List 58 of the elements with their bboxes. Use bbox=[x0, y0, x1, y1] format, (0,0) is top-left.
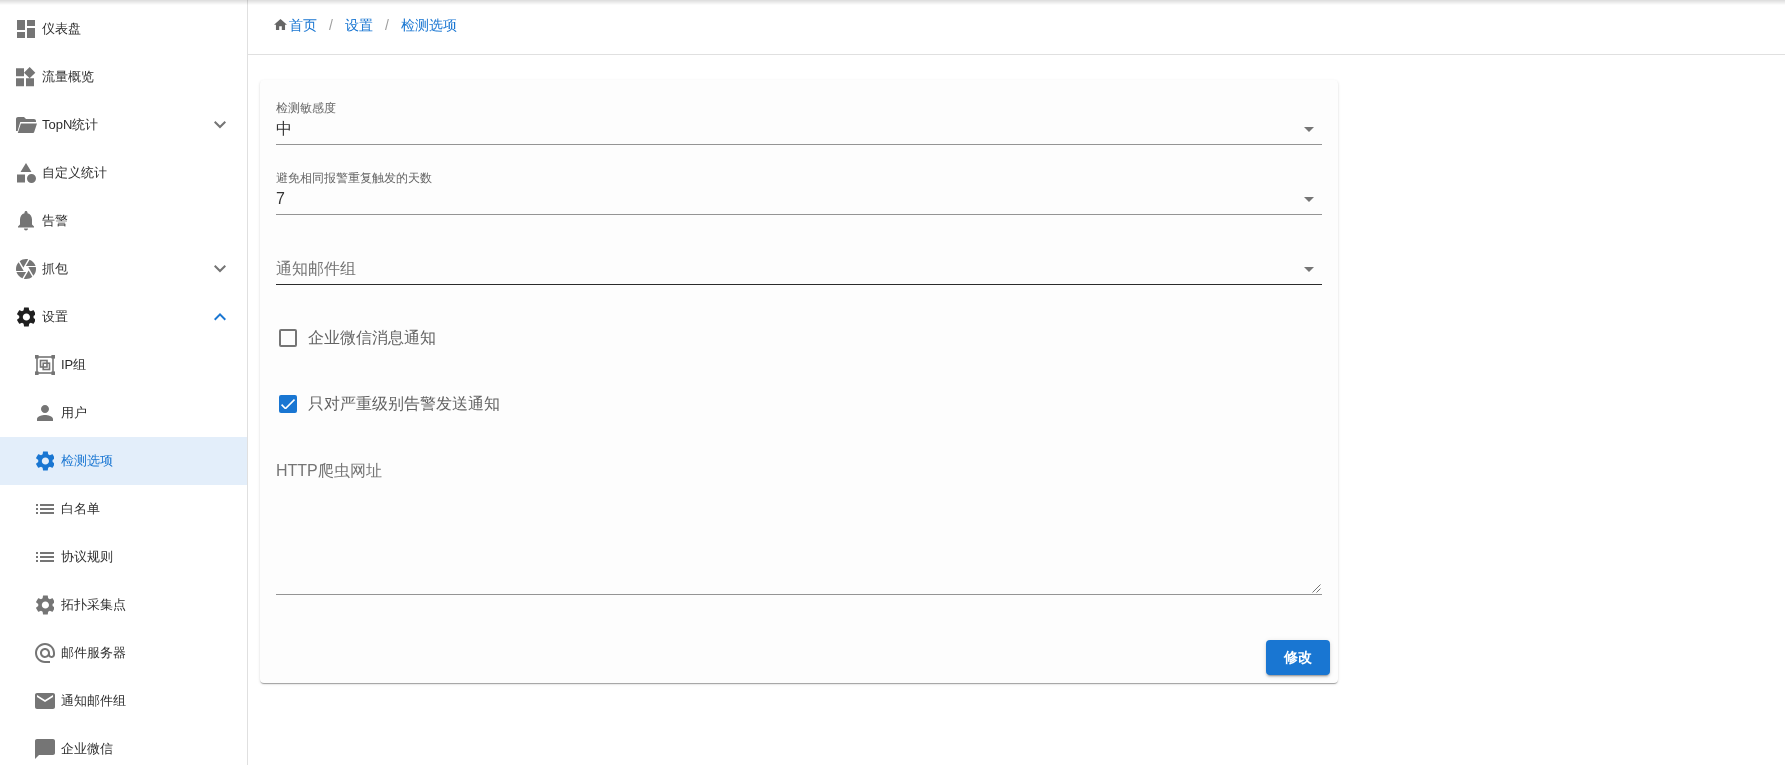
at-sign-icon bbox=[35, 643, 55, 663]
sidebar-item[interactable]: 通知邮件组 bbox=[0, 677, 247, 725]
breadcrumb-link[interactable]: 检测选项 bbox=[400, 15, 457, 35]
home-icon bbox=[274, 19, 287, 31]
field-label: HTTP爬虫网址 bbox=[276, 461, 382, 481]
list-icon bbox=[36, 504, 54, 514]
settings-icon bbox=[16, 307, 36, 327]
sidebar-item[interactable]: 用户 bbox=[0, 389, 247, 437]
sidebar-item[interactable]: 流量概览 bbox=[0, 53, 247, 101]
breadcrumb-link[interactable]: 设置 bbox=[344, 15, 373, 35]
textarea-field[interactable]: HTTP爬虫网址 bbox=[276, 461, 1322, 595]
select-field[interactable]: 检测敏感度 中 bbox=[276, 96, 1322, 145]
bell-icon bbox=[18, 211, 34, 231]
settings-icon bbox=[35, 451, 55, 471]
widgets-icon bbox=[16, 67, 36, 87]
breadcrumb-link[interactable]: 首页 bbox=[274, 15, 317, 35]
checkbox[interactable] bbox=[279, 329, 297, 347]
field-label: 避免相同报警重复触发的天数 bbox=[276, 171, 432, 185]
dropdown-arrow-icon bbox=[1304, 196, 1314, 202]
sidebar-item[interactable]: 检测选项 bbox=[0, 437, 247, 485]
select-field[interactable]: 避免相同报警重复触发的天数 7 bbox=[276, 166, 1322, 215]
tile-grid-icon bbox=[17, 20, 35, 38]
checkbox[interactable] bbox=[279, 395, 297, 413]
checkbox-label[interactable]: 企业微信消息通知 bbox=[308, 326, 436, 350]
resize-grip-icon[interactable] bbox=[1312, 584, 1321, 593]
field-label: 通知邮件组 bbox=[276, 259, 356, 279]
check-icon bbox=[280, 398, 296, 410]
person-icon bbox=[37, 405, 53, 421]
field-label: 检测敏感度 bbox=[276, 101, 336, 115]
envelope-icon bbox=[35, 693, 55, 709]
list-icon bbox=[36, 552, 54, 562]
sidebar-item[interactable]: 抓包 bbox=[0, 245, 247, 293]
sidebar-item[interactable]: 设置 bbox=[0, 293, 247, 341]
aperture-icon bbox=[16, 259, 36, 279]
checkbox-label[interactable]: 只对严重级别告警发送通知 bbox=[308, 392, 500, 416]
sidebar-item[interactable]: 邮件服务器 bbox=[0, 629, 247, 677]
sidebar-item[interactable]: 企业微信 bbox=[0, 725, 247, 765]
sidebar-item[interactable]: IP组 bbox=[0, 341, 247, 389]
dropdown-arrow-icon bbox=[1304, 266, 1314, 272]
select-value: 7 bbox=[276, 189, 285, 209]
chat-bubble-icon bbox=[35, 739, 55, 759]
sidebar-item[interactable]: TopN统计 bbox=[0, 101, 247, 149]
sidebar-item[interactable]: 告警 bbox=[0, 197, 247, 245]
folder-icon bbox=[15, 117, 37, 133]
settings-icon bbox=[35, 595, 55, 615]
select-field[interactable]: 通知邮件组 bbox=[276, 236, 1322, 285]
breadcrumb-separator: / bbox=[384, 16, 389, 35]
breadcrumb-separator: / bbox=[329, 16, 333, 35]
sidebar-item[interactable]: 协议规则 bbox=[0, 533, 247, 581]
modify-button[interactable]: 修改 bbox=[1266, 640, 1330, 675]
select-value: 中 bbox=[276, 119, 292, 139]
dropdown-arrow-icon bbox=[1304, 126, 1314, 132]
sidebar-item[interactable]: 白名单 bbox=[0, 485, 247, 533]
sidebar-item[interactable]: 拓扑采集点 bbox=[0, 581, 247, 629]
shapes-icon bbox=[16, 163, 36, 183]
selection-frame-icon bbox=[35, 355, 55, 375]
sidebar-item[interactable]: 仪表盘 bbox=[0, 5, 247, 53]
sidebar-item[interactable]: 自定义统计 bbox=[0, 149, 247, 197]
